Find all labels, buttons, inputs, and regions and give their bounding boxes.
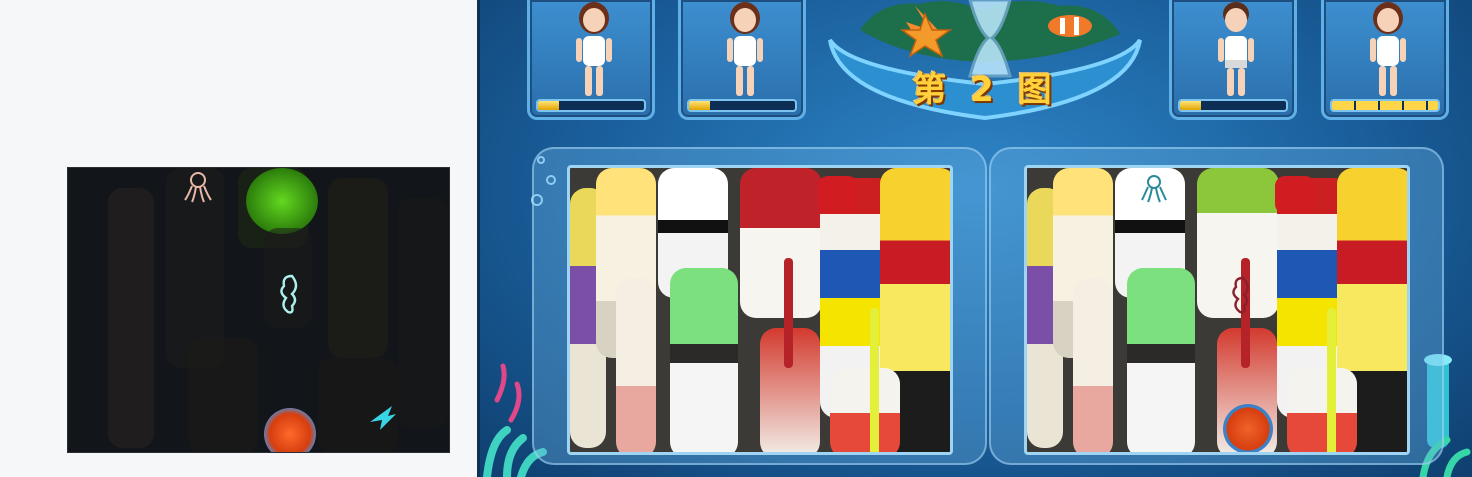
- octopus-icon: [1141, 175, 1167, 203]
- difference-preview: [67, 167, 450, 453]
- player-slot-3[interactable]: [1169, 0, 1297, 120]
- player-progress-bar: [1178, 99, 1288, 112]
- level-label: 第 2 图: [912, 70, 1058, 110]
- fish-icon: [370, 406, 396, 430]
- boy-avatar: [1218, 2, 1254, 96]
- seahorse-icon: [280, 274, 298, 314]
- player-progress-bar: [536, 99, 646, 112]
- player-slot-2[interactable]: [678, 0, 806, 120]
- girl-avatar: [1370, 2, 1406, 96]
- stage: 第 2 图: [0, 0, 1472, 477]
- player-slot-4[interactable]: [1321, 0, 1449, 120]
- green-buoy-highlight: [246, 168, 318, 234]
- player-progress-bar: [1330, 99, 1440, 112]
- seahorse-icon: [1232, 276, 1249, 314]
- level-emblem: 第 2 图: [820, 0, 1150, 130]
- game-area: 第 2 图: [477, 0, 1472, 477]
- modified-photo[interactable]: [1024, 165, 1410, 455]
- original-photo[interactable]: [567, 165, 953, 455]
- player-slot-1[interactable]: [527, 0, 655, 120]
- girl-avatar: [576, 2, 612, 96]
- octopus-icon: [184, 172, 212, 203]
- orange-ball-difference: [1223, 404, 1273, 452]
- player-progress-bar: [687, 99, 797, 112]
- girl-avatar: [727, 2, 763, 96]
- orange-buoy-highlight: [264, 408, 316, 452]
